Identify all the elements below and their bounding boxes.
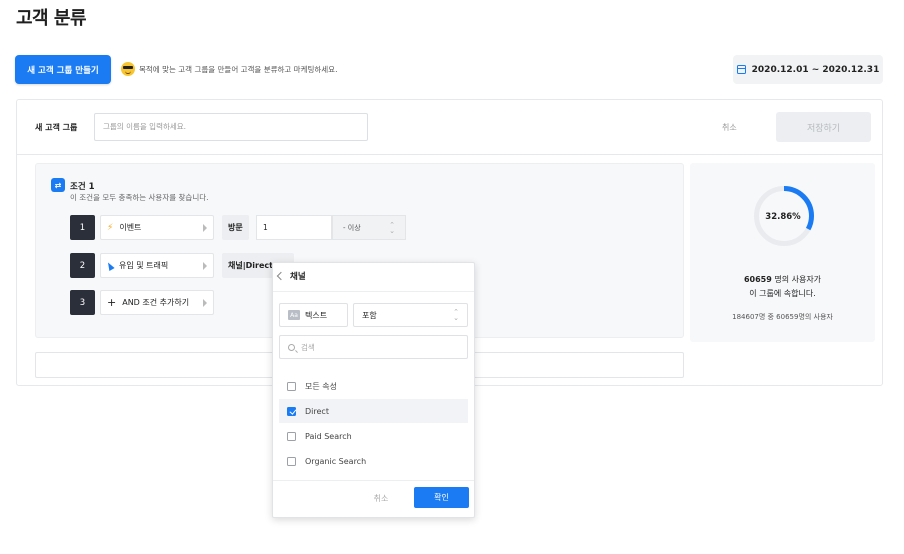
event-selector-label: 이벤트: [119, 223, 142, 232]
caret-right-icon: [203, 261, 207, 270]
popup-cancel-button[interactable]: 취소: [364, 493, 398, 504]
condition-description: 이 조건을 모두 충족하는 사용자를 찾습니다.: [70, 193, 209, 202]
option-direct[interactable]: Direct: [279, 399, 468, 423]
add-condition-label: AND 조건 추가하기: [122, 298, 190, 307]
page-title: 고객 분류: [16, 8, 87, 29]
option-label: Paid Search: [305, 431, 352, 441]
hint-text: 목적에 맞는 고객 그룹을 만들어 고객을 분류하고 마케팅하세요.: [121, 62, 337, 76]
matched-users-text-2: 이 그룹에 속합니다.: [749, 289, 816, 298]
option-paid-search[interactable]: Paid Search: [279, 424, 468, 448]
condition-row-number: 3: [70, 290, 95, 315]
option-all-attributes[interactable]: 모든 속성: [279, 374, 468, 398]
condition-title: 조건 1: [70, 182, 95, 192]
traffic-selector[interactable]: 유입 및 트래픽: [100, 253, 214, 278]
type-select-label: 텍스트: [305, 310, 328, 320]
plus-icon: +: [107, 296, 117, 309]
search-icon: [288, 343, 295, 351]
chevron-left-icon: [276, 271, 286, 281]
match-select[interactable]: 포함 ⌃ ⌄: [353, 303, 468, 327]
condition-row-number: 2: [70, 253, 95, 278]
checkbox[interactable]: [287, 456, 296, 466]
checkbox[interactable]: [287, 381, 296, 391]
cancel-button[interactable]: 취소: [722, 122, 737, 133]
hint-label: 목적에 맞는 고객 그룹을 만들어 고객을 분류하고 마케팅하세요.: [139, 64, 338, 74]
traffic-selector-label: 유입 및 트래픽: [119, 261, 169, 270]
match-select-label: 포함: [362, 310, 377, 320]
visit-count-input[interactable]: 1: [256, 215, 332, 240]
cursor-pointer-icon: [105, 260, 115, 271]
sunglasses-emoji-icon: [121, 62, 135, 76]
add-and-condition-button[interactable]: + AND 조건 추가하기: [100, 290, 214, 315]
event-selector[interactable]: ⚡ 이벤트: [100, 215, 214, 240]
group-name-input[interactable]: 그룹의 이름을 입력하세요.: [94, 113, 368, 141]
divider: [273, 291, 474, 292]
up-down-arrow-icon: ⌃ ⌄: [453, 308, 459, 322]
caret-right-icon: [203, 223, 207, 232]
search-placeholder: 검색: [301, 342, 315, 352]
matched-users-suffix: 명의 사용자가: [771, 275, 822, 284]
popup-title: 채널: [290, 272, 306, 282]
new-group-button[interactable]: 새 고객 그룹 만들기: [15, 55, 111, 84]
visit-chip[interactable]: 방문: [222, 215, 249, 240]
option-label: 모든 속성: [305, 381, 337, 391]
matched-users-count: 60659: [743, 275, 772, 284]
checkbox[interactable]: [287, 431, 296, 441]
comparator-label: - 이상: [343, 223, 361, 232]
popup-confirm-button[interactable]: 확인: [414, 487, 469, 508]
option-organic-search[interactable]: Organic Search: [279, 449, 468, 473]
date-range-label: 2020.12.01 ~ 2020.12.31: [751, 64, 880, 75]
checkbox-checked[interactable]: [287, 406, 296, 416]
condition-row-number: 1: [70, 215, 95, 240]
option-label: Direct: [305, 406, 329, 416]
save-button[interactable]: 저장하기: [776, 112, 871, 142]
condition-swap-icon: ⇄: [51, 178, 65, 192]
date-range-picker[interactable]: 2020.12.01 ~ 2020.12.31: [733, 55, 883, 84]
comparator-select[interactable]: - 이상 ⌃ ⌄: [332, 215, 406, 240]
popup-back-button[interactable]: 채널: [276, 270, 306, 282]
divider: [273, 480, 474, 481]
type-select[interactable]: Aa 텍스트: [279, 303, 348, 327]
option-label: Organic Search: [305, 456, 367, 466]
text-type-icon: Aa: [288, 310, 300, 320]
group-name-label: 새 고객 그룹: [35, 123, 78, 132]
caret-right-icon: [203, 298, 207, 307]
option-search-input[interactable]: 검색: [279, 335, 468, 359]
up-down-arrow-icon: ⌃ ⌄: [389, 220, 395, 235]
lightning-icon: ⚡: [107, 222, 114, 233]
users-ratio-text: 184607명 중 60659명의 사용자: [732, 313, 833, 321]
matched-users-text: 60659 명의 사용자가: [700, 274, 865, 285]
donut-percentage: 32.86%: [765, 212, 801, 222]
calendar-icon: [736, 65, 746, 74]
